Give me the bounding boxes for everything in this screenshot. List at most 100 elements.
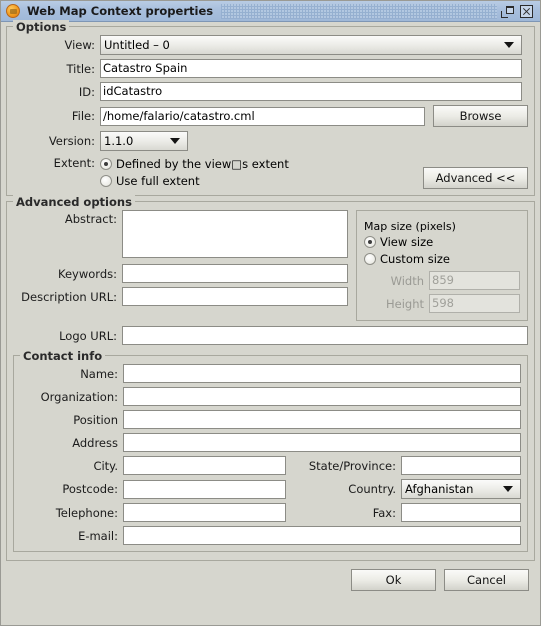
map-size-legend: Map size (pixels) <box>364 220 456 233</box>
fax-input[interactable] <box>401 503 521 522</box>
width-label: Width <box>390 273 424 288</box>
advanced-options-legend: Advanced options <box>13 195 135 209</box>
logo-url-input[interactable] <box>122 326 528 345</box>
telephone-label: Telephone: <box>55 505 118 520</box>
radio-unselected-icon <box>100 174 112 187</box>
state-label: State/Province: <box>308 458 396 473</box>
view-select-value: Untitled – 0 <box>104 38 170 52</box>
chevron-down-icon <box>504 42 514 48</box>
telephone-fax-row: Telephone: Fax: <box>20 503 521 522</box>
country-select-value: Afghanistan <box>405 482 474 496</box>
logo-url-row: Logo URL: <box>13 326 528 345</box>
dialog-content: Options View: Untitled – 0 Title: Catast… <box>1 20 540 625</box>
email-input[interactable] <box>123 526 521 545</box>
app-globe-icon <box>6 4 20 18</box>
organization-label: Organization: <box>40 389 118 404</box>
email-label: E-mail: <box>78 528 118 543</box>
address-row: Address <box>20 433 521 452</box>
chevron-down-icon <box>170 138 180 144</box>
title-bar-texture <box>221 3 497 19</box>
advanced-toggle-button[interactable]: Advanced << <box>423 167 528 189</box>
city-state-row: City. State/Province: <box>20 456 521 475</box>
extent-radio-full-label: Use full extent <box>116 173 200 188</box>
postcode-label: Postcode: <box>62 482 118 496</box>
country-select[interactable]: Afghanistan <box>401 479 521 499</box>
height-row: Height 598 <box>364 294 520 313</box>
address-label: Address <box>72 435 118 450</box>
telephone-input[interactable] <box>123 503 286 522</box>
title-input[interactable]: Catastro Spain <box>100 59 522 78</box>
ok-button[interactable]: Ok <box>351 569 436 591</box>
organization-input[interactable] <box>123 387 521 406</box>
address-input[interactable] <box>123 433 521 452</box>
restore-icon[interactable] <box>501 5 514 18</box>
height-input[interactable]: 598 <box>429 294 520 313</box>
description-url-label: Description URL: <box>21 289 117 304</box>
radio-unselected-icon <box>364 252 376 265</box>
position-input[interactable] <box>123 410 521 429</box>
extent-label: Extent: <box>53 156 95 170</box>
advanced-upper: Abstract: Keywords: Description URL: Map… <box>13 210 528 321</box>
postcode-input[interactable] <box>123 479 286 499</box>
view-label: View: <box>64 38 95 52</box>
dialog-footer: Ok Cancel <box>6 566 535 596</box>
cancel-button[interactable]: Cancel <box>444 569 529 591</box>
radio-selected-icon <box>100 157 112 170</box>
position-row: Position <box>20 410 521 429</box>
options-group: Options View: Untitled – 0 Title: Catast… <box>6 20 535 196</box>
radio-selected-icon <box>364 235 376 248</box>
city-input[interactable] <box>123 456 286 475</box>
file-row: File: /home/falario/catastro.cml Browse <box>13 105 528 127</box>
width-input[interactable]: 859 <box>429 271 520 290</box>
id-row: ID: idCatastro <box>13 82 528 101</box>
keywords-input[interactable] <box>122 264 348 283</box>
map-size-radio-view-label: View size <box>380 234 434 249</box>
window-title: Web Map Context properties <box>27 4 214 18</box>
browse-button[interactable]: Browse <box>433 105 528 127</box>
logo-url-label: Logo URL: <box>59 328 117 343</box>
width-row: Width 859 <box>364 271 520 290</box>
organization-row: Organization: <box>20 387 521 406</box>
map-size-radio-custom-label: Custom size <box>380 251 451 266</box>
options-legend: Options <box>13 20 70 34</box>
email-row: E-mail: <box>20 526 521 545</box>
chevron-down-icon <box>503 486 513 492</box>
map-size-radio-custom[interactable]: Custom size <box>364 250 520 267</box>
extent-radio-view-label: Defined by the view□s extent <box>116 156 289 171</box>
version-label: Version: <box>48 134 95 148</box>
file-input[interactable]: /home/falario/catastro.cml <box>100 106 425 126</box>
window-controls <box>501 4 537 18</box>
description-url-input[interactable] <box>122 287 348 306</box>
height-label: Height <box>385 296 424 311</box>
keywords-label: Keywords: <box>58 266 117 281</box>
name-row: Name: <box>20 364 521 383</box>
position-label: Position <box>73 412 118 427</box>
extent-radio-view[interactable]: Defined by the view□s extent <box>100 155 423 172</box>
version-row: Version: 1.1.0 <box>13 131 528 151</box>
advanced-fields: Abstract: Keywords: Description URL: <box>13 210 348 306</box>
version-select[interactable]: 1.1.0 <box>100 131 188 151</box>
title-bar: Web Map Context properties <box>1 1 540 22</box>
description-url-row: Description URL: <box>13 287 348 306</box>
title-label: Title: <box>66 61 95 76</box>
postcode-country-row: Postcode: Country. Afghanistan <box>20 479 521 499</box>
close-icon[interactable] <box>520 4 533 18</box>
abstract-label: Abstract: <box>64 212 117 226</box>
country-label: Country. <box>348 482 396 496</box>
title-row: Title: Catastro Spain <box>13 59 528 78</box>
extent-row: Extent: Defined by the view□s extent Use… <box>13 155 528 189</box>
keywords-row: Keywords: <box>13 264 348 283</box>
id-input[interactable]: idCatastro <box>100 82 522 101</box>
extent-radio-full[interactable]: Use full extent <box>100 172 423 189</box>
dialog-window: Web Map Context properties Options View:… <box>0 0 541 626</box>
city-label: City. <box>93 458 118 473</box>
map-size-radio-view[interactable]: View size <box>364 233 520 250</box>
view-select[interactable]: Untitled – 0 <box>100 35 522 55</box>
advanced-options-group: Advanced options Abstract: Keywords: Des… <box>6 195 535 561</box>
state-input[interactable] <box>401 456 521 475</box>
name-label: Name: <box>80 366 118 381</box>
contact-info-legend: Contact info <box>20 349 106 363</box>
abstract-input[interactable] <box>122 210 348 258</box>
contact-info-group: Contact info Name: Organization: Positio… <box>13 349 528 552</box>
name-input[interactable] <box>123 364 521 383</box>
